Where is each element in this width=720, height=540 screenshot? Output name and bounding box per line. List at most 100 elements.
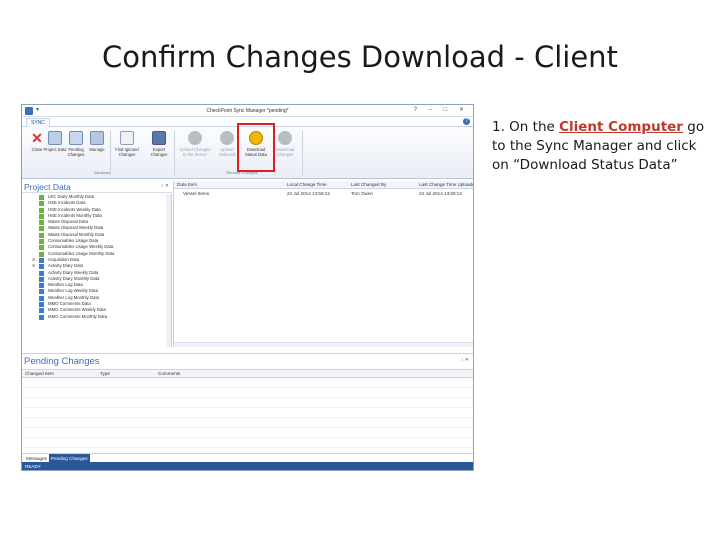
- pending-changes-title: Pending Changes: [24, 356, 100, 367]
- pending-changes-label: Pending Changes: [67, 147, 85, 157]
- document-list-icon: [120, 131, 134, 145]
- data-item-icon: [39, 283, 44, 289]
- column-header[interactable]: Last Change Time Uploaded: [419, 181, 473, 189]
- data-item-icon: [39, 226, 44, 232]
- column-header[interactable]: Last Changed By: [351, 181, 386, 189]
- tree-item-label: Consumables Usage Monthly Data: [48, 250, 115, 256]
- tree-item-label: MMO Comments Monthly Data: [48, 313, 107, 319]
- title-bar: ▾ CheckPoint Sync Manager *pending* ? – …: [22, 105, 473, 117]
- tree-item-label: Consumables Usage Weekly Data: [48, 244, 114, 250]
- column-header[interactable]: Type: [100, 370, 110, 378]
- column-header[interactable]: Comments: [158, 370, 180, 378]
- data-item-icon: [39, 232, 44, 238]
- upload-arrow-icon: [188, 131, 202, 145]
- find-ignored-changes-label: Find Ignored Changes: [115, 147, 139, 157]
- data-item-icon: [39, 295, 44, 301]
- table-row[interactable]: Vessel Items 24 Jul 2014 13:59:12 Tom Owen…: [174, 190, 473, 198]
- tree-item-label: LEC Diary Monthly Data: [48, 194, 95, 199]
- table-cell: Vessel Items: [183, 191, 210, 196]
- help-icon[interactable]: ?: [463, 118, 470, 125]
- download-status-highlight-box: [237, 123, 275, 172]
- download-changes-icon: [278, 131, 292, 145]
- table-cell: 24 Jul 2014 13:58:12: [419, 191, 462, 196]
- tree-item-label: Weather Log Data: [48, 282, 83, 288]
- tree-item-label: Weather Log Weekly Data: [48, 288, 98, 294]
- data-item-icon: [39, 195, 44, 200]
- download-changes-button[interactable]: Download Changes: [272, 131, 298, 157]
- project-data-icon: [48, 131, 62, 145]
- tree-item-label: Acquisition Data: [48, 256, 80, 262]
- data-item-icon: [39, 289, 44, 295]
- download-changes-label: Download Changes: [275, 147, 295, 157]
- group-label-windows: Windows: [93, 170, 111, 175]
- tree-item-label: HSE Incidents Data: [48, 200, 86, 206]
- data-item-icon: [39, 302, 44, 308]
- grid-horizontal-scrollbar[interactable]: [174, 342, 473, 347]
- tree-item-label: HSE Incidents Monthly Data: [48, 212, 102, 218]
- status-text: READY: [25, 464, 41, 469]
- window-title: CheckPoint Sync Manager *pending*: [206, 108, 289, 114]
- list-item[interactable]: MMO Comments Monthly Data: [22, 314, 171, 320]
- instruction-text: 1. On the Client Computer go to the Sync…: [492, 118, 712, 175]
- data-item-icon: [39, 270, 44, 276]
- upload-changes-button[interactable]: Upload Changes to the Server: [179, 131, 211, 157]
- table-cell: Tom Owen: [351, 191, 373, 196]
- table-cell: 24 Jul 2014 13:59:12: [287, 191, 330, 196]
- export-changes-button[interactable]: Export Changes: [146, 131, 172, 157]
- tree-item-label: Activity Diary Monthly Data: [48, 275, 100, 281]
- data-item-icon: [39, 308, 44, 314]
- grid-header: Data Item Local Change Time Last Changed B…: [174, 181, 473, 189]
- window-controls[interactable]: ? – □ ✕: [414, 106, 469, 113]
- pending-changes-header: Pending Changes ↕ ✕: [22, 353, 473, 367]
- data-item-icon: [39, 257, 44, 263]
- data-item-icon: [39, 251, 44, 257]
- column-header[interactable]: Data Item: [177, 181, 197, 189]
- data-item-icon: [39, 314, 44, 320]
- upload-selected-label: Upload Selected: [218, 147, 236, 157]
- tree-item-label: Weather Log Monthly Data: [48, 294, 100, 300]
- data-item-icon: [39, 207, 44, 213]
- data-item-icon: [39, 239, 44, 245]
- upload-changes-label: Upload Changes to the Server: [179, 147, 211, 157]
- pending-changes-grid-body: [22, 378, 473, 452]
- data-item-icon: [39, 264, 44, 270]
- manage-label: Manage: [89, 147, 105, 152]
- close-label: Close: [31, 147, 43, 152]
- find-ignored-changes-button[interactable]: Find Ignored Changes: [114, 131, 140, 157]
- tree-item-label: HSE Incidents Weekly Data: [48, 206, 101, 212]
- tree-item-label: Consumables Usage Data: [48, 238, 99, 244]
- ribbon-separator: [110, 131, 111, 175]
- tree-item-label: Activity Diary Weekly Data: [48, 269, 99, 275]
- slide-title: Confirm Changes Download - Client: [102, 40, 618, 74]
- upload-selected-icon: [220, 131, 234, 145]
- tree-item-label: MMO Comments Weekly Data: [48, 307, 106, 313]
- column-header[interactable]: Local Change Time: [287, 181, 327, 189]
- tree-item-label: MMO Comments Data: [48, 301, 91, 307]
- data-item-icon: [39, 220, 44, 226]
- pending-changes-grid-header: Changed Item Type Comments: [22, 369, 473, 378]
- ribbon-separator: [302, 131, 303, 175]
- data-item-icon: [39, 245, 44, 251]
- project-data-tree: LEC Diary Monthly Data HSE Incidents Data…: [22, 194, 172, 347]
- bottom-tab-strip: Messages Pending Changes: [22, 453, 473, 463]
- tree-item-label: Waste Disposal Weekly Data: [48, 225, 104, 231]
- status-bar: READY: [22, 462, 473, 470]
- tree-item-label: Waste Disposal Monthly Data: [48, 231, 105, 237]
- save-icon: [152, 131, 166, 145]
- panel-pin-icon[interactable]: ↕ ✕: [161, 183, 169, 189]
- manage-button[interactable]: Manage: [84, 131, 110, 152]
- pending-changes-icon: [69, 131, 83, 145]
- project-data-header: Project Data ↕ ✕: [22, 181, 172, 193]
- tree-item-label: Activity Diary Data: [48, 263, 84, 269]
- data-item-icon: [39, 276, 44, 282]
- data-item-icon: [39, 201, 44, 207]
- column-header[interactable]: Changed Item: [25, 370, 54, 378]
- data-grid: Data Item Local Change Time Last Changed B…: [173, 181, 473, 347]
- instruction-prefix: 1. On the: [492, 119, 560, 135]
- tab-sync[interactable]: SYNC: [26, 118, 50, 127]
- project-data-title: Project Data: [24, 182, 71, 192]
- data-item-icon: [39, 213, 44, 219]
- manage-icon: [90, 131, 104, 145]
- panel-pin-icon[interactable]: ↕ ✕: [461, 357, 469, 363]
- instruction-highlight: Client Computer: [559, 119, 683, 135]
